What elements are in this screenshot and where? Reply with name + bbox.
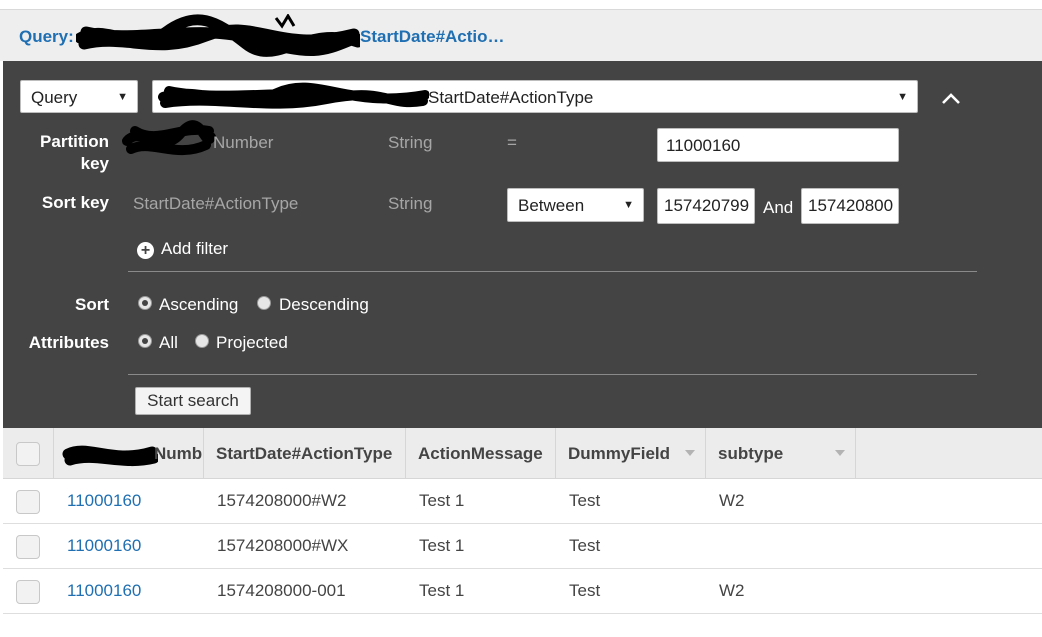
row-dummyfield: Test xyxy=(569,491,601,510)
partition-key-label: Partition key xyxy=(40,132,109,173)
sort-ascending-radio[interactable] xyxy=(138,296,152,310)
attributes-projected-radio[interactable] xyxy=(195,334,209,348)
row-checkbox[interactable] xyxy=(16,580,40,604)
row-startdate-actiontype: 1574208000#W2 xyxy=(217,491,347,510)
table-row[interactable]: 11000160 1574208000#W2 Test 1 Test W2 xyxy=(3,479,1042,524)
sort-label: Sort xyxy=(75,295,109,314)
row-startdate-actiontype: 1574208000#WX xyxy=(217,536,349,555)
partition-key-type: String xyxy=(388,133,433,152)
sort-caret-icon[interactable] xyxy=(685,450,695,456)
add-filter-link[interactable]: Add filter xyxy=(161,239,228,259)
row-number-link[interactable]: 11000160 xyxy=(67,581,141,601)
table-header: Numb StartDate#ActionType ActionMessage … xyxy=(3,428,1042,479)
start-search-button[interactable]: Start search xyxy=(135,387,251,415)
partition-key-value-input[interactable]: 11000160 xyxy=(657,128,899,162)
sort-descending-label[interactable]: Descending xyxy=(279,295,369,315)
column-header-startdate-actiontype[interactable]: StartDate#ActionType xyxy=(204,428,406,479)
partition-key-operator: = xyxy=(507,133,517,152)
dropdown-caret-icon: ▼ xyxy=(897,91,908,103)
row-checkbox[interactable] xyxy=(16,535,40,559)
sort-key-operator-select[interactable]: Between ▼ xyxy=(507,188,644,222)
redaction-scribble xyxy=(76,14,360,57)
divider xyxy=(128,374,977,375)
row-actionmessage: Test 1 xyxy=(419,536,465,555)
attributes-all-radio[interactable] xyxy=(138,334,152,348)
row-startdate-actiontype: 1574208000-001 xyxy=(217,581,346,600)
column-header-subtype[interactable]: subtype xyxy=(706,428,856,479)
row-dummyfield: Test xyxy=(569,581,601,600)
attributes-all-label[interactable]: All xyxy=(159,333,178,353)
select-all-checkbox[interactable] xyxy=(16,442,40,466)
sort-key-from-input[interactable]: 157420799 xyxy=(657,188,755,224)
sort-key-type: String xyxy=(388,194,433,213)
attributes-label: Attributes xyxy=(28,333,109,352)
row-number-link[interactable]: 11000160 xyxy=(67,536,141,556)
column-header-actionmessage[interactable]: ActionMessage xyxy=(406,428,556,479)
add-filter-plus-icon[interactable]: + xyxy=(137,242,154,259)
query-header: Query: StartDate#Actio… xyxy=(0,9,1042,61)
index-select[interactable]: StartDate#ActionType ▼ xyxy=(152,80,918,113)
row-number-link[interactable]: 11000160 xyxy=(67,491,141,511)
divider xyxy=(128,271,977,272)
and-label: And xyxy=(763,198,794,217)
sort-key-label: Sort key xyxy=(41,193,109,212)
redaction-scribble xyxy=(62,445,158,467)
sort-key-name: StartDate#ActionType xyxy=(133,194,299,213)
sort-key-to-input[interactable]: 157420800 xyxy=(801,188,899,224)
sort-caret-icon[interactable] xyxy=(835,450,845,456)
mode-select-value: Query xyxy=(31,88,78,107)
query-panel: Query ▼ StartDate#ActionType ▼ Partition… xyxy=(3,61,1042,428)
row-dummyfield: Test xyxy=(569,536,601,555)
index-select-value: StartDate#ActionType xyxy=(428,88,594,107)
table-row[interactable]: 11000160 1574208000-001 Test 1 Test W2 xyxy=(3,569,1042,614)
partition-key-name: Number xyxy=(213,133,274,152)
dropdown-caret-icon: ▼ xyxy=(623,199,634,211)
query-header-title[interactable]: StartDate#Actio… xyxy=(360,27,505,47)
row-subtype: W2 xyxy=(719,491,745,510)
table-row[interactable]: 11000160 1574208000#WX Test 1 Test xyxy=(3,524,1042,569)
select-all-header xyxy=(3,428,54,479)
sort-ascending-label[interactable]: Ascending xyxy=(159,295,238,315)
query-header-label: Query: xyxy=(19,27,74,46)
column-header-dummyfield[interactable]: DummyField xyxy=(556,428,706,479)
collapse-chevron-up-icon[interactable] xyxy=(937,87,965,111)
redaction-scribble xyxy=(122,120,216,156)
row-checkbox[interactable] xyxy=(16,490,40,514)
attributes-projected-label[interactable]: Projected xyxy=(216,333,288,353)
row-subtype: W2 xyxy=(719,581,745,600)
sort-descending-radio[interactable] xyxy=(257,296,271,310)
column-header-number[interactable]: Numb xyxy=(54,428,204,479)
row-actionmessage: Test 1 xyxy=(419,491,465,510)
row-actionmessage: Test 1 xyxy=(419,581,465,600)
mode-select[interactable]: Query ▼ xyxy=(20,80,138,113)
redaction-scribble xyxy=(158,82,429,109)
dropdown-caret-icon: ▼ xyxy=(117,91,128,103)
